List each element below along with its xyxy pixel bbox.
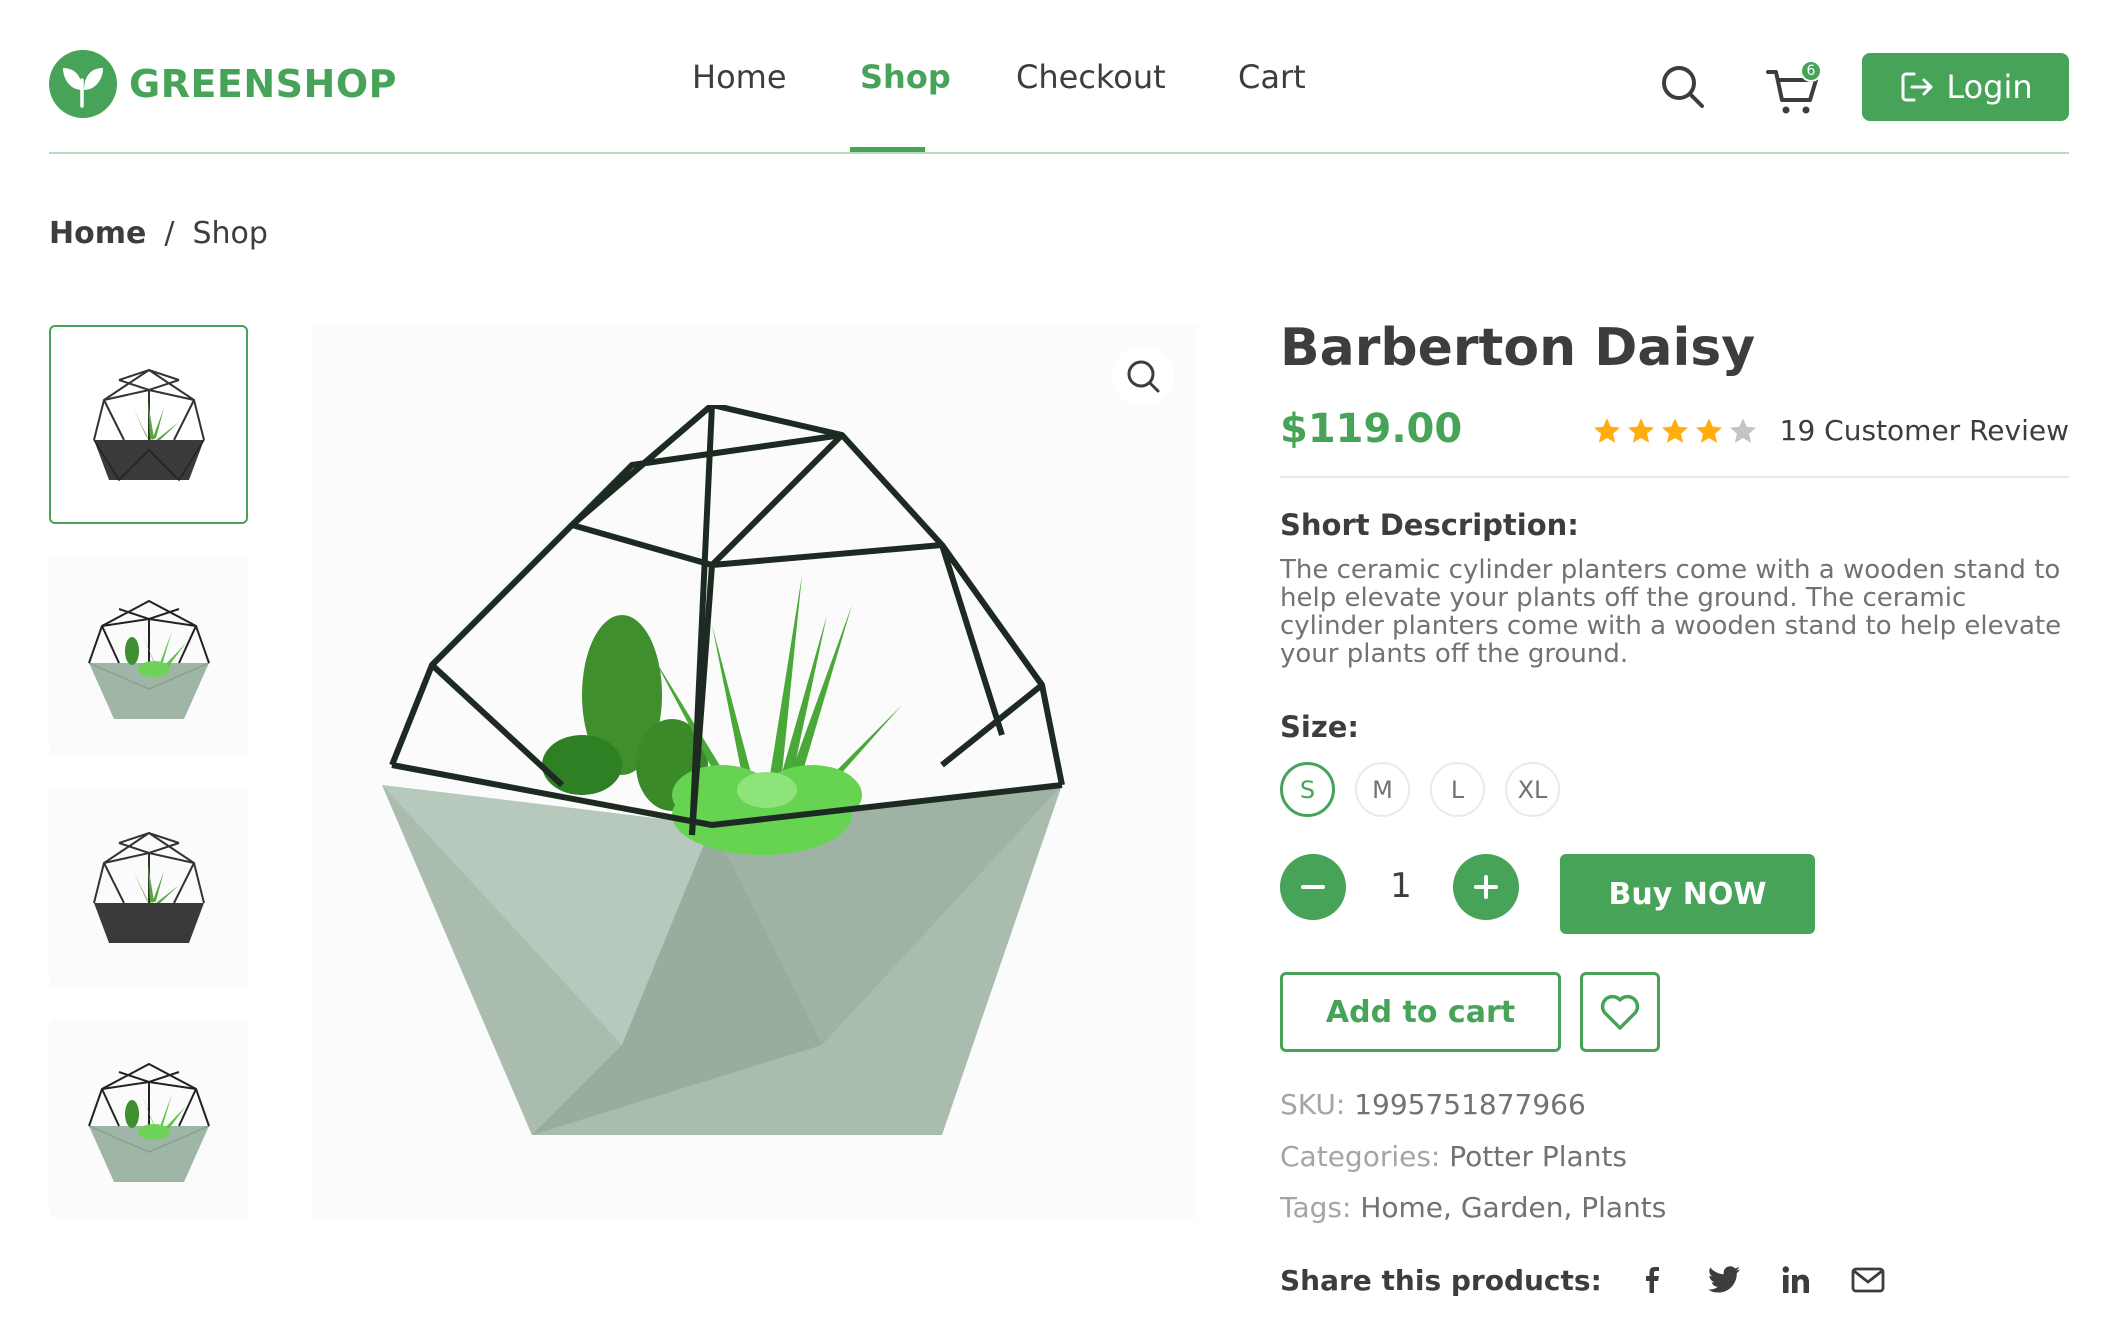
search-button[interactable] (1658, 62, 1706, 110)
linkedin-icon (1782, 1266, 1809, 1293)
buy-now-button[interactable]: Buy NOW (1560, 854, 1815, 934)
size-option-s[interactable]: S (1280, 762, 1335, 817)
tags-label: Tags: (1280, 1191, 1352, 1224)
heart-icon (1600, 994, 1640, 1030)
breadcrumb-home[interactable]: Home (49, 216, 146, 251)
terrarium-image (382, 405, 1065, 1135)
minus-icon (1301, 885, 1325, 889)
size-option-l[interactable]: L (1430, 762, 1485, 817)
thumbnail-1[interactable] (49, 325, 248, 524)
star-filled-icon (1695, 417, 1722, 443)
thumbnail-2[interactable] (49, 556, 248, 755)
login-label: Login (1946, 68, 2033, 106)
share-twitter[interactable] (1702, 1258, 1746, 1302)
review-count[interactable]: 19 Customer Review (1780, 414, 2069, 447)
plus-icon (1474, 875, 1498, 899)
tags-row: Tags: Home, Garden, Plants (1280, 1191, 1666, 1224)
size-option-xl[interactable]: XL (1505, 762, 1560, 817)
size-option-m[interactable]: M (1355, 762, 1410, 817)
cart-count-badge: 6 (1800, 60, 1822, 82)
share-mail[interactable] (1846, 1258, 1890, 1302)
main-product-image (312, 325, 1197, 1218)
logout-icon (1901, 72, 1933, 102)
star-filled-icon (1627, 417, 1654, 443)
terrarium-dark-image (92, 368, 205, 481)
categories-label: Categories: (1280, 1140, 1441, 1173)
thumbnail-3[interactable] (49, 788, 248, 987)
wishlist-button[interactable] (1580, 972, 1660, 1052)
nav-shop[interactable]: Shop (860, 58, 951, 96)
zoom-icon (1127, 360, 1160, 393)
breadcrumb-separator: / (164, 216, 175, 251)
header-divider (49, 152, 2069, 154)
nav-checkout[interactable]: Checkout (1016, 58, 1166, 96)
sku-value: 1995751877966 (1354, 1088, 1586, 1121)
star-filled-icon (1661, 417, 1688, 443)
cart-button[interactable]: 6 (1764, 60, 1824, 118)
header: GREENSHOP Home Shop Checkout Cart 6 Logi… (0, 0, 2112, 156)
add-to-cart-button[interactable]: Add to cart (1280, 972, 1561, 1052)
star-empty-icon (1729, 417, 1756, 443)
share-label: Share this products: (1280, 1263, 1602, 1297)
product-rating: 19 Customer Review (1592, 414, 2069, 447)
mail-icon (1851, 1267, 1885, 1293)
zoom-button[interactable] (1112, 345, 1174, 407)
share-facebook[interactable] (1630, 1258, 1674, 1302)
terrarium-grey-image (87, 1062, 210, 1182)
breadcrumb-current: Shop (192, 216, 268, 251)
terrarium-dark-image (92, 831, 205, 943)
nav-home[interactable]: Home (692, 58, 787, 96)
tags-value[interactable]: Home, Garden, Plants (1360, 1191, 1666, 1224)
sku-row: SKU: 1995751877966 (1280, 1088, 1586, 1121)
share-row: Share this products: (1280, 1258, 1890, 1302)
rating-stars (1592, 416, 1758, 446)
login-button[interactable]: Login (1862, 53, 2069, 121)
short-description: The ceramic cylinder planters come with … (1280, 555, 2062, 669)
categories-value[interactable]: Potter Plants (1449, 1140, 1627, 1173)
size-label: Size: (1280, 710, 1359, 744)
breadcrumb: Home / Shop (49, 216, 268, 251)
short-description-label: Short Description: (1280, 508, 1579, 542)
categories-row: Categories: Potter Plants (1280, 1140, 1627, 1173)
terrarium-grey-image (87, 599, 210, 719)
increase-quantity-button[interactable] (1453, 854, 1519, 920)
size-options: S M L XL (1280, 762, 1560, 817)
sku-label: SKU: (1280, 1088, 1346, 1121)
product-title: Barberton Daisy (1280, 318, 1756, 378)
info-divider (1280, 476, 2069, 478)
search-icon (1662, 66, 1704, 108)
product-price: $119.00 (1280, 406, 1463, 452)
twitter-icon (1707, 1266, 1740, 1293)
quantity-value[interactable]: 1 (1380, 866, 1422, 906)
star-filled-icon (1593, 417, 1620, 443)
decrease-quantity-button[interactable] (1280, 854, 1346, 920)
facebook-icon (1645, 1267, 1659, 1293)
share-linkedin[interactable] (1774, 1258, 1818, 1302)
thumbnail-4[interactable] (49, 1019, 248, 1218)
nav-cart[interactable]: Cart (1238, 58, 1306, 96)
